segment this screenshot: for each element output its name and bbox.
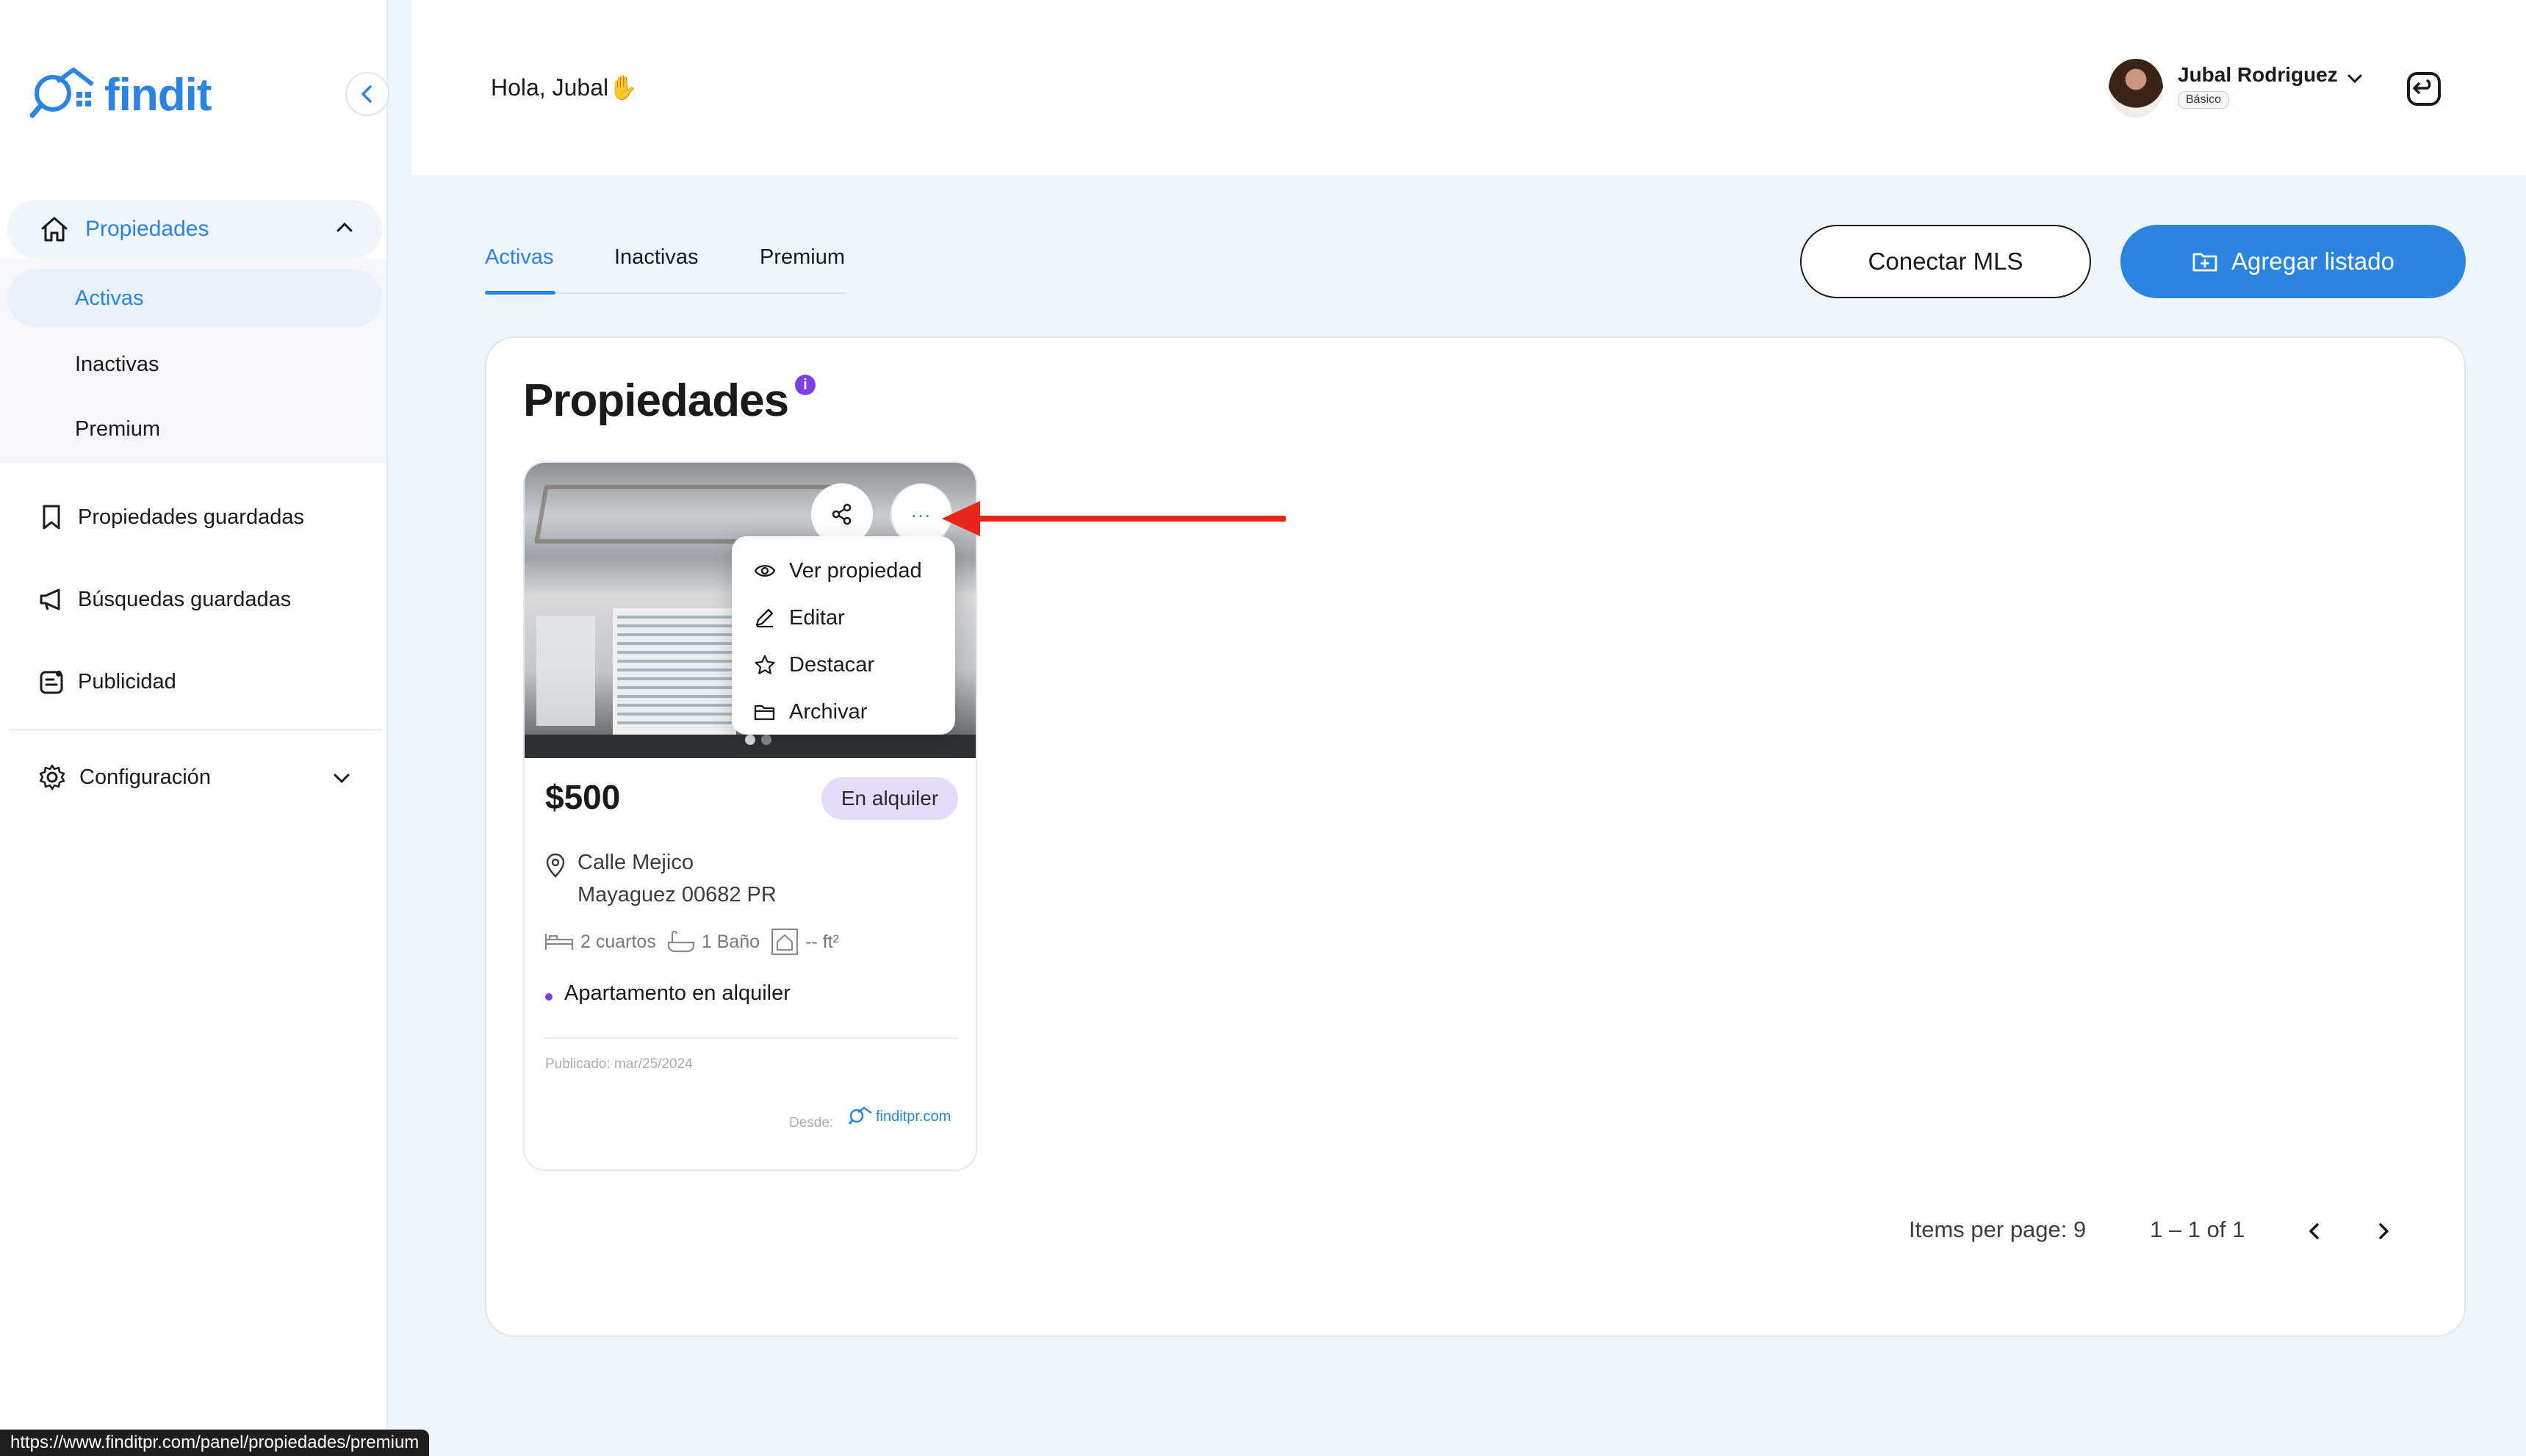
sidebar-subitem-activas[interactable]: Activas [7,269,382,328]
collapse-sidebar-button[interactable] [345,72,389,116]
active-tab-indicator [485,291,555,295]
sidebar-group-label: Propiedades [85,217,209,241]
property-price: $500 [545,778,621,816]
property-type: Apartamento en alquiler [564,981,791,1005]
source-label: Desde: [789,1115,834,1131]
chevron-left-icon [2309,1223,2319,1239]
annotation-arrow-head [942,501,980,536]
carousel-dot[interactable] [745,735,755,745]
annotation-arrow-line [977,516,1286,522]
properties-panel: Propiedades i ... $500 En alquiler Calle… [485,336,2466,1337]
property-options-menu: Ver propiedad Editar Destacar Archivar [732,536,955,735]
sidebar-subitem-inactivas[interactable]: Inactivas [7,335,382,394]
chevron-left-icon [361,85,372,103]
menu-item-archivar[interactable]: Archivar [754,693,867,730]
sidebar-item-label: Publicidad [78,669,176,693]
plan-badge: Básico [2178,91,2230,109]
sidebar-item-busquedas-guardadas[interactable]: Búsquedas guardadas [38,577,291,621]
feature-rooms: 2 cuartos [544,929,656,954]
rooms-text: 2 cuartos [580,931,656,952]
avatar[interactable] [2109,59,2163,118]
bookmark-icon [43,505,60,530]
location-pin-icon [546,853,565,878]
folder-plus-icon [2192,253,2217,272]
photo-window-blinds [613,608,736,735]
menu-item-label: Editar [789,605,845,630]
page-title: Propiedades [523,375,789,426]
home-icon [41,217,68,242]
sidebar-item-label: Configuración [79,765,211,789]
bed-icon [544,934,574,950]
source-logo: finditpr.com [848,1106,951,1127]
tab-inactivas[interactable]: Inactivas [614,245,698,270]
bathtub-icon [667,930,694,953]
chevron-down-icon[interactable] [2344,68,2366,90]
sidebar-subitem-premium[interactable]: Premium [7,400,382,458]
feature-baths: 1 Baño [666,929,760,954]
add-listing-button[interactable]: Agregar listado [2120,225,2466,298]
menu-item-label: Destacar [789,652,875,677]
pencil-icon [755,608,774,628]
tab-premium[interactable]: Premium [760,245,845,270]
chevron-right-icon [2379,1223,2389,1239]
eye-icon [754,565,776,577]
finditpr-logo-icon [848,1106,872,1125]
baths-text: 1 Baño [701,931,760,952]
house-search-logo-icon [29,68,94,118]
tab-activas[interactable]: Activas [485,245,553,270]
address-street: Calle Mejico [577,851,694,874]
photo-ceiling [533,485,854,544]
carousel-dot[interactable] [761,735,771,745]
browser-status-url: https://www.finditpr.com/panel/propiedad… [0,1430,430,1456]
brand-name: findit [104,69,212,120]
menu-item-editar[interactable]: Editar [754,599,845,636]
sidebar-group-propiedades[interactable]: Propiedades [7,200,382,259]
menu-item-destacar[interactable]: Destacar [754,646,874,683]
next-page-button[interactable] [2367,1215,2400,1247]
sidebar-item-configuracion[interactable]: Configuración [38,755,361,799]
menu-item-label: Ver propiedad [789,558,922,583]
megaphone-icon [40,588,60,610]
type-bullet [545,993,553,1001]
address-city: Mayaguez 00682 PR [577,883,777,907]
logout-icon[interactable] [2406,71,2442,107]
sidebar-divider [9,729,382,730]
menu-item-ver-propiedad[interactable]: Ver propiedad [754,552,922,589]
published-date: Publicado: mar/25/2024 [545,1056,693,1072]
ellipsis-icon: ... [911,500,932,522]
info-icon[interactable]: i [795,375,816,395]
area-text: -- ft² [805,931,839,952]
chevron-down-icon [334,774,350,784]
floor-plan-icon [771,928,799,956]
sidebar-item-publicidad[interactable]: Publicidad [38,660,176,704]
share-icon [832,503,852,525]
property-features: 2 cuartos 1 Baño -- ft² [544,927,849,956]
status-badge: En alquiler [821,777,958,820]
items-per-page[interactable]: Items per page: 9 [1909,1217,2086,1243]
sidebar-item-propiedades-guardadas[interactable]: Propiedades guardadas [38,495,304,539]
menu-item-label: Archivar [789,699,868,724]
user-name[interactable]: Jubal Rodriguez [2178,63,2338,87]
add-listing-label: Agregar listado [2231,248,2394,275]
chevron-up-icon [337,222,353,232]
gear-icon [39,764,65,790]
pagination-range: 1 – 1 of 1 [2150,1217,2245,1242]
previous-page-button[interactable] [2298,1215,2331,1247]
greeting-text: Hola, Jubal✋ [491,74,638,101]
findit-logo[interactable]: findit [28,62,219,128]
card-divider [544,1037,958,1039]
sidebar-item-label: Búsquedas guardadas [78,587,292,611]
star-icon [755,655,775,674]
folder-icon [754,704,775,721]
ad-icon [40,671,63,694]
photo-window [536,616,595,726]
top-header: Hola, Jubal✋ Jubal Rodriguez Básico [411,0,2526,175]
feature-area: -- ft² [770,927,839,956]
sidebar-item-label: Propiedades guardadas [78,505,304,529]
source-site: finditpr.com [876,1108,951,1125]
sidebar: findit Propiedades Activas Inactivas Pre… [0,0,389,1456]
connect-mls-button[interactable]: Conectar MLS [1800,225,2091,298]
